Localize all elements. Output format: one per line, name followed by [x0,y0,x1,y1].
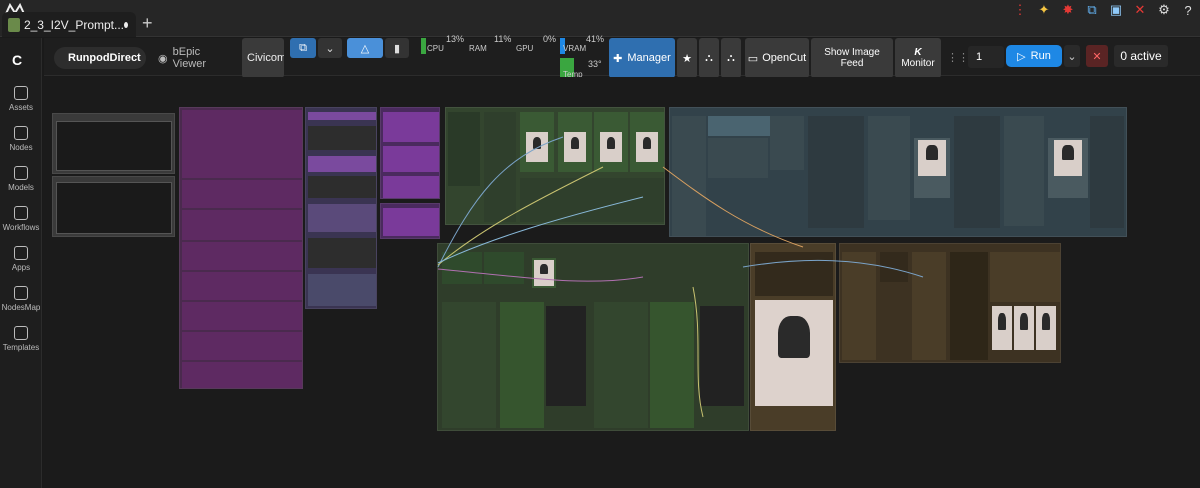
bandage-icon[interactable]: ⧉ [1084,2,1100,18]
sidebar-item-label: Templates [2,343,40,352]
run-play-icon: ▷ [1017,50,1026,63]
sidebar-item-label: Models [8,183,34,192]
sidebar-item-label: Nodes [9,143,33,152]
sidebar-item-label: Apps [11,263,31,272]
run-label: Run [1030,50,1051,62]
unsaved-dot-icon[interactable] [124,21,128,28]
group-video-green[interactable] [437,243,749,431]
viewer-label: bEpic Viewer [172,46,207,70]
civicomf-button[interactable]: Civicomf [242,38,284,78]
burst-icon[interactable]: ✸ [1060,2,1076,18]
active-queue-button[interactable]: 0 active [1114,45,1168,67]
queue-count-value: 1 [976,51,983,63]
monitor-button[interactable]: K Monitor [895,38,941,78]
group-notes-purple[interactable] [179,107,303,389]
workflow-icon [14,206,28,220]
sidebar-item-label: Assets [8,103,33,112]
cubes-icon [14,166,28,180]
puzzle-icon: ✚ [613,52,623,65]
group-purple-nodes-3[interactable] [380,203,440,239]
sidebar-item-label: Workflows [2,223,40,232]
ram-value: 11% [494,34,512,44]
group-load-images[interactable] [445,107,665,225]
group-output-video[interactable] [750,243,836,431]
group-loader-2[interactable] [52,176,175,237]
run-button[interactable]: ▷ Run [1006,45,1062,67]
active-label: 0 active [1120,49,1162,63]
opencut-label: OpenCut [762,52,807,64]
vram-value: 41% [586,34,605,44]
sidebar-item-assets[interactable]: Assets [0,86,42,112]
image-add-icon: ⧉ [299,41,307,54]
monitor-icon[interactable]: ▣ [1108,2,1124,18]
stop-icon[interactable]: ✕ [1086,45,1108,67]
tool-icon-1[interactable]: ⛬ [699,38,719,78]
node-icon [14,126,28,140]
plus-icon[interactable]: + [142,13,153,34]
star-icon[interactable]: ★ [677,38,697,78]
show-image-feed-button[interactable]: Show Image Feed [811,38,893,78]
drag-handle-icon[interactable]: ⋮⋮ [947,48,969,66]
cpu-label: CPU [427,44,444,53]
tray-icons: ⋮ ✦ ✸ ⧉ ▣ ✕ ⚙ ? [1012,2,1196,18]
civicomf-label: Civicomf [247,52,284,64]
node-canvas[interactable] [43,77,1200,488]
feed-label: Feed [840,58,864,69]
vram-label: VRAM [563,44,587,53]
chevron-down-icon[interactable]: ⌄ [318,38,342,58]
templates-icon [14,326,28,340]
queue-image-button[interactable]: ⧉ [290,38,316,58]
group-sampler-blue[interactable] [669,107,1127,237]
manager-button[interactable]: ✚ Manager [609,38,675,78]
manager-label: Manager [627,52,671,64]
help-icon[interactable]: ? [1180,2,1196,18]
runpod-direct-button[interactable]: RunpodDirect [54,47,146,69]
workflow-tab[interactable]: 2_3_I2V_Prompt... [2,12,136,37]
bookmark-icon[interactable]: ▮ [385,38,409,58]
comfy-logo-icon[interactable]: C [12,52,22,68]
monitor-label: Monitor [901,58,935,69]
queue-count-input[interactable]: 1 [968,46,1004,68]
opencut-icon: ▭ [747,52,759,65]
group-loader-1[interactable] [52,113,175,174]
sidebar-item-templates[interactable]: Templates [0,326,42,352]
settings-icon[interactable]: ⚙ [1156,2,1172,18]
close-x-icon[interactable]: ✕ [1132,2,1148,18]
spectra-icon[interactable]: △ [347,38,383,58]
tool-icon-2[interactable]: ⛬ [721,38,741,78]
temp-value: 33° [588,59,602,69]
gpu-label: GPU [516,44,534,53]
title-bar: 2_3_I2V_Prompt... + ⋮ ✦ ✸ ⧉ ▣ ✕ ⚙ ? [0,0,1200,37]
sidebar-item-label: NodesMap [1,303,41,312]
sidebar-item-nodes[interactable]: Nodes [0,126,42,152]
show-image-label: Show Image [824,47,880,58]
sidebar: C Assets Nodes Models Workflows Apps Nod… [0,38,42,488]
image-icon [14,86,28,100]
group-purple-nodes-1[interactable] [305,107,377,309]
runpod-label: RunpodDirect [68,52,141,64]
opencut-button[interactable]: ▭ OpenCut [745,38,809,78]
sidebar-item-apps[interactable]: Apps [0,246,42,272]
ram-label: RAM [469,44,487,53]
apps-icon [14,246,28,260]
monitor-k-icon: K [914,47,922,58]
epic-viewer-button[interactable]: ◉ bEpic Viewer [150,46,234,70]
run-options-chevron-icon[interactable]: ⌄ [1064,45,1080,67]
pin-icon[interactable]: ⋮ [1012,2,1028,18]
gpu-value: 0% [543,34,557,44]
sparkle-icon[interactable]: ✦ [1036,2,1052,18]
tab-thumbnail [8,17,20,32]
group-purple-nodes-2[interactable] [380,107,440,199]
sidebar-item-models[interactable]: Models [0,166,42,192]
sidebar-item-nodesmap[interactable]: NodesMap [0,286,42,312]
tree-icon [14,286,28,300]
eye-icon: ◉ [158,52,168,65]
cpu-bar [421,38,426,54]
group-compare-brown[interactable] [839,243,1061,363]
tab-title: 2_3_I2V_Prompt... [23,17,125,32]
cpu-value: 13% [446,34,465,44]
sidebar-item-workflows[interactable]: Workflows [0,206,42,232]
